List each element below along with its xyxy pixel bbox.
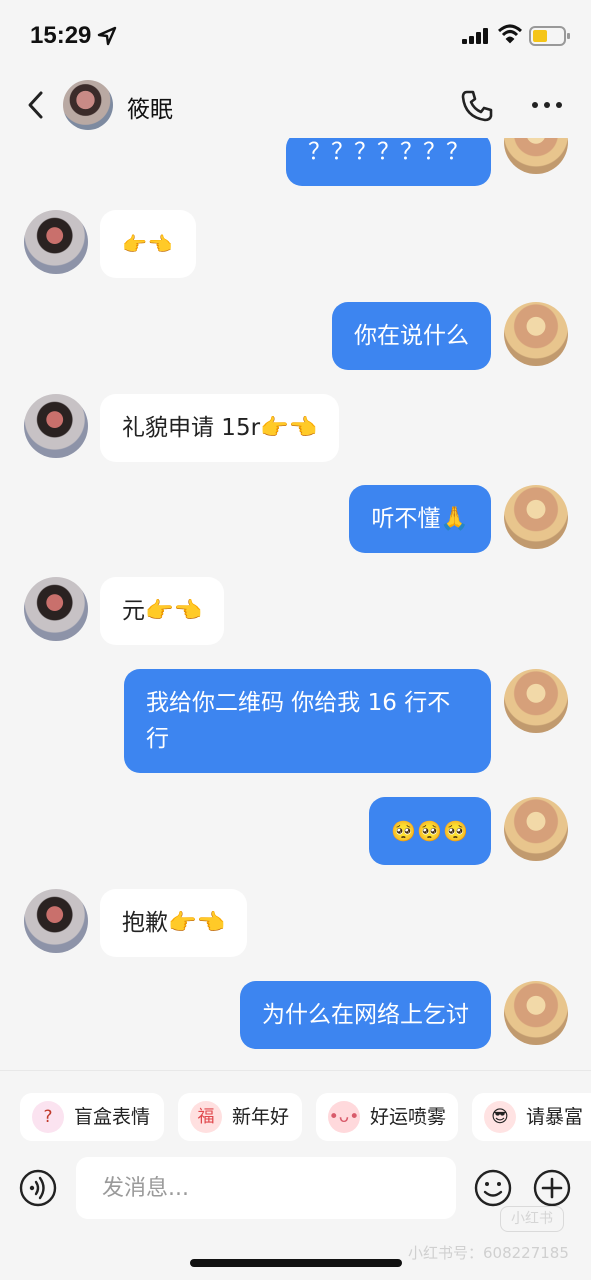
get-rich-icon: 😎 [484, 1101, 516, 1133]
voice-icon[interactable] [18, 1168, 58, 1208]
outgoing-bubble[interactable]: 为什么在网络上乞讨 [240, 981, 491, 1049]
emoji-icon[interactable] [473, 1168, 513, 1208]
message-input[interactable] [76, 1157, 456, 1219]
outgoing-bubble[interactable]: 🥺🥺🥺 [369, 797, 491, 865]
phone-icon[interactable] [459, 88, 495, 124]
my-avatar[interactable] [504, 797, 568, 861]
contact-message-avatar[interactable] [24, 889, 88, 953]
contact-message-avatar[interactable] [24, 210, 88, 274]
wifi-icon [498, 24, 522, 44]
watermark-text: 小红书号：608227185 [408, 1244, 569, 1262]
my-avatar[interactable] [504, 138, 568, 174]
watermark-logo: 小红书 [500, 1206, 564, 1232]
my-avatar[interactable] [504, 981, 568, 1045]
mystery-box-icon: ? [32, 1101, 64, 1133]
status-time: 15:29 [30, 22, 92, 49]
incoming-bubble[interactable]: 抱歉👉👈 [100, 889, 248, 957]
cellular-signal-icon [462, 28, 488, 44]
home-indicator[interactable] [190, 1259, 402, 1267]
my-avatar[interactable] [504, 669, 568, 733]
battery-icon [529, 26, 570, 46]
incoming-bubble[interactable]: 元👉👈 [100, 577, 225, 645]
contact-message-avatar[interactable] [24, 577, 88, 641]
outgoing-bubble[interactable]: ？？？？？？？ [286, 138, 491, 186]
back-icon[interactable] [22, 88, 52, 122]
contact-message-avatar[interactable] [24, 394, 88, 458]
message-list[interactable]: ？？？？？？？ 👉👈 你在说什么 礼貌申请 15r👉👈 听不懂🙏 元👉👈 我给你… [0, 138, 591, 1070]
quick-reply-chip[interactable]: 😎 请暴富 [472, 1093, 591, 1141]
quick-reply-chip[interactable]: ? 盲盒表情 [20, 1093, 164, 1141]
new-year-icon: 福 [190, 1101, 222, 1133]
outgoing-bubble[interactable]: 你在说什么 [332, 302, 491, 370]
more-icon[interactable] [530, 90, 564, 120]
incoming-bubble[interactable]: 礼貌申请 15r👉👈 [100, 394, 340, 462]
quick-reply-chip[interactable]: 福 新年好 [178, 1093, 302, 1141]
outgoing-bubble[interactable]: 我给你二维码 你给我 16 行不行 [124, 669, 491, 773]
my-avatar[interactable] [504, 302, 568, 366]
contact-avatar[interactable] [63, 80, 113, 130]
contact-name[interactable]: 筱眠 [127, 90, 173, 124]
status-bar: 15:29 [0, 0, 591, 72]
plus-icon[interactable] [532, 1168, 572, 1208]
outgoing-bubble[interactable]: 听不懂🙏 [349, 485, 491, 553]
incoming-bubble[interactable]: 👉👈 [100, 210, 196, 278]
quick-reply-chip[interactable]: •ᴗ• 好运喷雾 [316, 1093, 458, 1141]
chat-header: 筱眠 [0, 72, 591, 138]
lucky-spray-icon: •ᴗ• [328, 1101, 360, 1133]
my-avatar[interactable] [504, 485, 568, 549]
location-arrow-icon [97, 26, 117, 46]
